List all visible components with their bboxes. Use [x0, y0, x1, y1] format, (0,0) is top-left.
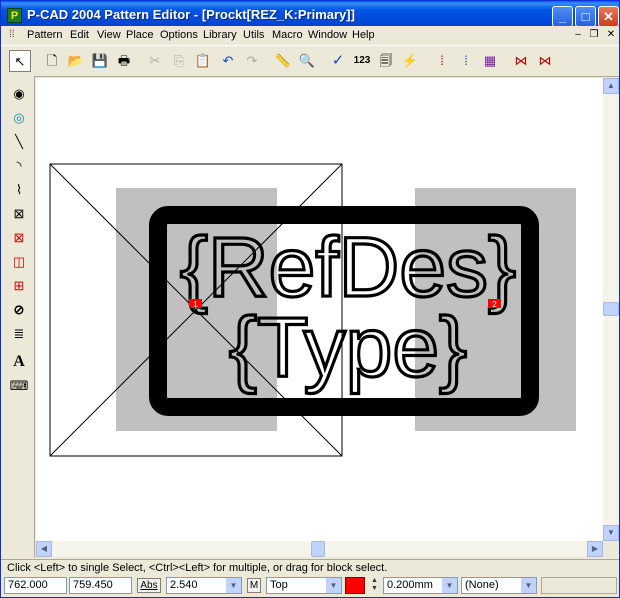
- minimize-button[interactable]: _: [552, 6, 573, 27]
- report-icon[interactable]: 🗐: [375, 50, 397, 72]
- select-point-icon[interactable]: ◉: [9, 84, 29, 104]
- layer-value: Top: [270, 579, 288, 591]
- pad-grid-alt-icon[interactable]: ⁞: [455, 50, 477, 72]
- check-icon[interactable]: ✓: [327, 50, 349, 72]
- mdi-minimize-button[interactable]: –: [571, 29, 585, 41]
- layer-spin-icon[interactable]: ▲ ▼: [369, 577, 380, 594]
- vertical-scrollbar[interactable]: ▲ ▼: [603, 78, 619, 541]
- cut-icon[interactable]: ✂: [144, 50, 166, 72]
- scroll-up-button[interactable]: ▲: [603, 78, 619, 94]
- menu-place[interactable]: Place: [126, 29, 154, 41]
- line-width-value: 0.200mm: [387, 579, 433, 591]
- undo-icon[interactable]: ↶: [217, 50, 239, 72]
- place-via-icon[interactable]: ⊠: [9, 228, 29, 248]
- y-coordinate-field[interactable]: 759.450: [69, 577, 132, 594]
- menu-bar: ⁞⁞ Pattern Edit View Place Options Libra…: [1, 26, 619, 44]
- chevron-down-icon[interactable]: ▼: [326, 578, 341, 593]
- keepout-icon[interactable]: ⊘: [9, 300, 29, 320]
- menu-grip-icon: ⁞⁞: [9, 29, 15, 40]
- copy-icon[interactable]: ⎘: [168, 50, 190, 72]
- place-point-icon[interactable]: ⊞: [9, 276, 29, 296]
- close-button[interactable]: ✕: [598, 6, 619, 27]
- scroll-down-button[interactable]: ▼: [603, 525, 619, 541]
- main-toolbar: ↖ 🗋 📂 💾 🖶 ✂ ⎘ 📋 ↶ ↷ 📏 🔍 ✓ 123 🗐 ⚡ ⁞ ⁞ ▦ …: [1, 45, 619, 77]
- redo-icon[interactable]: ↷: [241, 50, 263, 72]
- left-toolbar: ◉ ◎ ╲ ◝ ⌇ ⊠ ⊠ ◫ ⊞ ⊘ ≣ A ⌨: [1, 76, 35, 558]
- open-folder-icon[interactable]: 📂: [65, 50, 87, 72]
- window-title: P-CAD 2004 Pattern Editor - [Prockt[REZ_…: [27, 7, 355, 22]
- m-button[interactable]: M: [247, 578, 261, 593]
- layer-dropdown[interactable]: Top ▼: [266, 577, 342, 594]
- style-value: (None): [465, 579, 499, 591]
- place-text-icon[interactable]: A: [9, 352, 29, 372]
- abs-button[interactable]: Abs: [137, 578, 161, 593]
- zoom-icon[interactable]: 🔍: [296, 50, 318, 72]
- menu-utils[interactable]: Utils: [243, 29, 264, 41]
- menu-window[interactable]: Window: [308, 29, 347, 41]
- grid-value: 2.540: [170, 579, 198, 591]
- style-dropdown[interactable]: (None) ▼: [461, 577, 537, 594]
- place-pad-icon[interactable]: ⊠: [9, 204, 29, 224]
- grid-dropdown[interactable]: 2.540 ▼: [166, 577, 242, 594]
- chevron-down-icon[interactable]: ▼: [442, 578, 457, 593]
- status-panel: [541, 577, 617, 594]
- menu-view[interactable]: View: [97, 29, 121, 41]
- application-window: P P-CAD 2004 Pattern Editor - [Prockt[RE…: [0, 0, 620, 598]
- print-icon[interactable]: 🖶: [113, 50, 135, 72]
- renumber-icon[interactable]: 123: [351, 50, 373, 72]
- pins-horizontal-alt-icon[interactable]: ⋈: [534, 50, 556, 72]
- measure-icon[interactable]: 📏: [272, 50, 294, 72]
- type-attribute[interactable]: {Type}: [227, 298, 468, 395]
- scroll-right-button[interactable]: ▶: [587, 541, 603, 557]
- menu-library[interactable]: Library: [203, 29, 237, 41]
- status-message: Click <Left> to single Select, <Ctrl><Le…: [7, 562, 388, 574]
- bottom-controls: 762.000 759.450 Abs 2.540 ▼ M Top ▼ ▲ ▼ 0…: [1, 575, 619, 597]
- app-icon[interactable]: P: [7, 8, 22, 23]
- component-icon[interactable]: ▦: [479, 50, 501, 72]
- mdi-close-button[interactable]: ✕: [604, 29, 618, 41]
- place-polygon-icon[interactable]: ⌇: [9, 180, 29, 200]
- menu-macro[interactable]: Macro: [272, 29, 303, 41]
- design-canvas[interactable]: {RefDes} {Type} 1 2: [36, 78, 603, 541]
- paste-icon[interactable]: 📋: [192, 50, 214, 72]
- place-field-icon[interactable]: ⌨: [9, 376, 29, 396]
- mdi-restore-button[interactable]: ❐: [587, 29, 601, 41]
- pattern-drawing: {RefDes} {Type} 1 2: [49, 163, 576, 457]
- scroll-left-button[interactable]: ◀: [36, 541, 52, 557]
- chevron-down-icon[interactable]: ▼: [521, 578, 536, 593]
- x-coordinate-field[interactable]: 762.000: [4, 577, 67, 594]
- place-line-icon[interactable]: ╲: [9, 132, 29, 152]
- maximize-button[interactable]: □: [575, 6, 596, 27]
- pad-grid-icon[interactable]: ⁞: [431, 50, 453, 72]
- select-arrow-icon[interactable]: ↖: [9, 50, 31, 72]
- pad-1-number: 1: [193, 300, 198, 309]
- place-attribute-icon[interactable]: ≣: [9, 324, 29, 344]
- horizontal-scrollbar[interactable]: ◀ ▶: [36, 541, 603, 557]
- place-arc-icon[interactable]: ◝: [9, 156, 29, 176]
- menu-edit[interactable]: Edit: [70, 29, 89, 41]
- menu-options[interactable]: Options: [160, 29, 198, 41]
- pad-2-number: 2: [492, 300, 497, 309]
- pins-horizontal-icon[interactable]: ⋈: [510, 50, 532, 72]
- save-disk-icon[interactable]: 💾: [89, 50, 111, 72]
- menu-pattern[interactable]: Pattern: [27, 29, 62, 41]
- new-file-icon[interactable]: 🗋: [41, 50, 63, 72]
- horizontal-scroll-thumb[interactable]: [311, 541, 325, 557]
- menu-help[interactable]: Help: [352, 29, 375, 41]
- zoom-point-icon[interactable]: ◎: [9, 108, 29, 128]
- vertical-scroll-thumb[interactable]: [603, 302, 619, 316]
- lightning-icon[interactable]: ⚡: [399, 50, 421, 72]
- line-width-dropdown[interactable]: 0.200mm ▼: [383, 577, 458, 594]
- status-bar: Click <Left> to single Select, <Ctrl><Le…: [1, 559, 619, 576]
- layer-color-swatch[interactable]: [345, 577, 365, 594]
- place-copper-icon[interactable]: ◫: [9, 252, 29, 272]
- chevron-down-icon[interactable]: ▼: [226, 578, 241, 593]
